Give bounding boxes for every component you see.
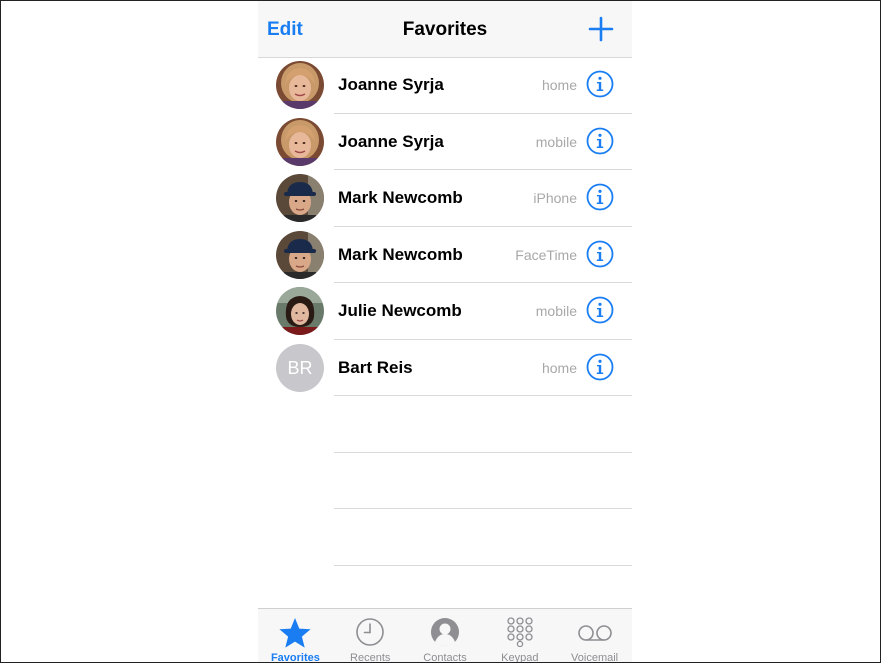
voicemail-icon [577,625,612,641]
favorite-row[interactable]: Mark Newcomb FaceTime [258,227,632,283]
page-title: Favorites [402,19,488,40]
tab-keypad[interactable]: Keypad [482,609,557,663]
tab-label: Favorites [270,652,320,663]
tab-voicemail[interactable]: Voicemail [557,609,632,663]
favorites-list: Joanne Syrja home Joanne Syrja mobile Ma… [258,57,632,622]
plus-icon[interactable] [588,16,614,42]
tab-bar: Favorites Recents Contacts Keypad Voicem… [258,608,632,663]
phone-label: iPhone [533,190,577,206]
favorite-row[interactable]: BR Bart Reis home [258,340,632,396]
star-icon [279,618,311,648]
tab-favorites[interactable]: Favorites [258,609,333,663]
avatar-joanne [276,117,324,166]
info-icon[interactable] [586,127,614,155]
avatar-joanne [276,61,324,109]
favorite-row[interactable]: Joanne Syrja mobile [258,114,632,170]
contact-name: Mark Newcomb [338,188,463,207]
favorite-row[interactable]: Julie Newcomb mobile [258,283,632,340]
phone-label: mobile [535,303,577,319]
tab-label: Recents [350,652,391,663]
tab-label: Keypad [501,652,539,663]
phone-label: home [541,77,577,93]
info-icon[interactable] [586,70,614,98]
empty-row [258,453,632,509]
avatar-initials: BR [276,343,324,392]
person-icon [430,618,459,646]
navigation-bar: Edit Favorites [258,1,632,58]
tab-label: Voicemail [571,652,619,663]
info-icon[interactable] [586,183,614,211]
contact-name: Joanne Syrja [338,131,444,151]
empty-row [258,509,632,566]
avatar-mark [276,230,324,279]
tab-recents[interactable]: Recents [333,609,408,663]
keypad-icon [507,617,533,647]
avatar-mark [276,174,324,222]
favorite-row[interactable]: Mark Newcomb iPhone [258,170,632,227]
empty-row [258,396,632,453]
screen-frame: Edit Favorites Joanne Syrja home Joanne … [0,0,881,663]
phone-label: home [541,359,577,376]
phone-label: mobile [535,133,577,150]
avatar-julie [276,287,324,335]
contact-name: Mark Newcomb [338,244,463,264]
contact-name: Joanne Syrja [338,75,444,94]
info-icon[interactable] [586,240,614,268]
tab-contacts[interactable]: Contacts [408,609,483,663]
tab-label: Contacts [423,652,467,663]
clock-icon [356,618,384,646]
contact-name: Bart Reis [338,357,413,377]
info-icon[interactable] [586,353,614,381]
phone-label: FaceTime [515,246,577,263]
phone-app: Edit Favorites Joanne Syrja home Joanne … [258,1,632,663]
favorite-row[interactable]: Joanne Syrja home [258,57,632,114]
contact-name: Julie Newcomb [338,301,462,320]
info-icon[interactable] [586,296,614,324]
